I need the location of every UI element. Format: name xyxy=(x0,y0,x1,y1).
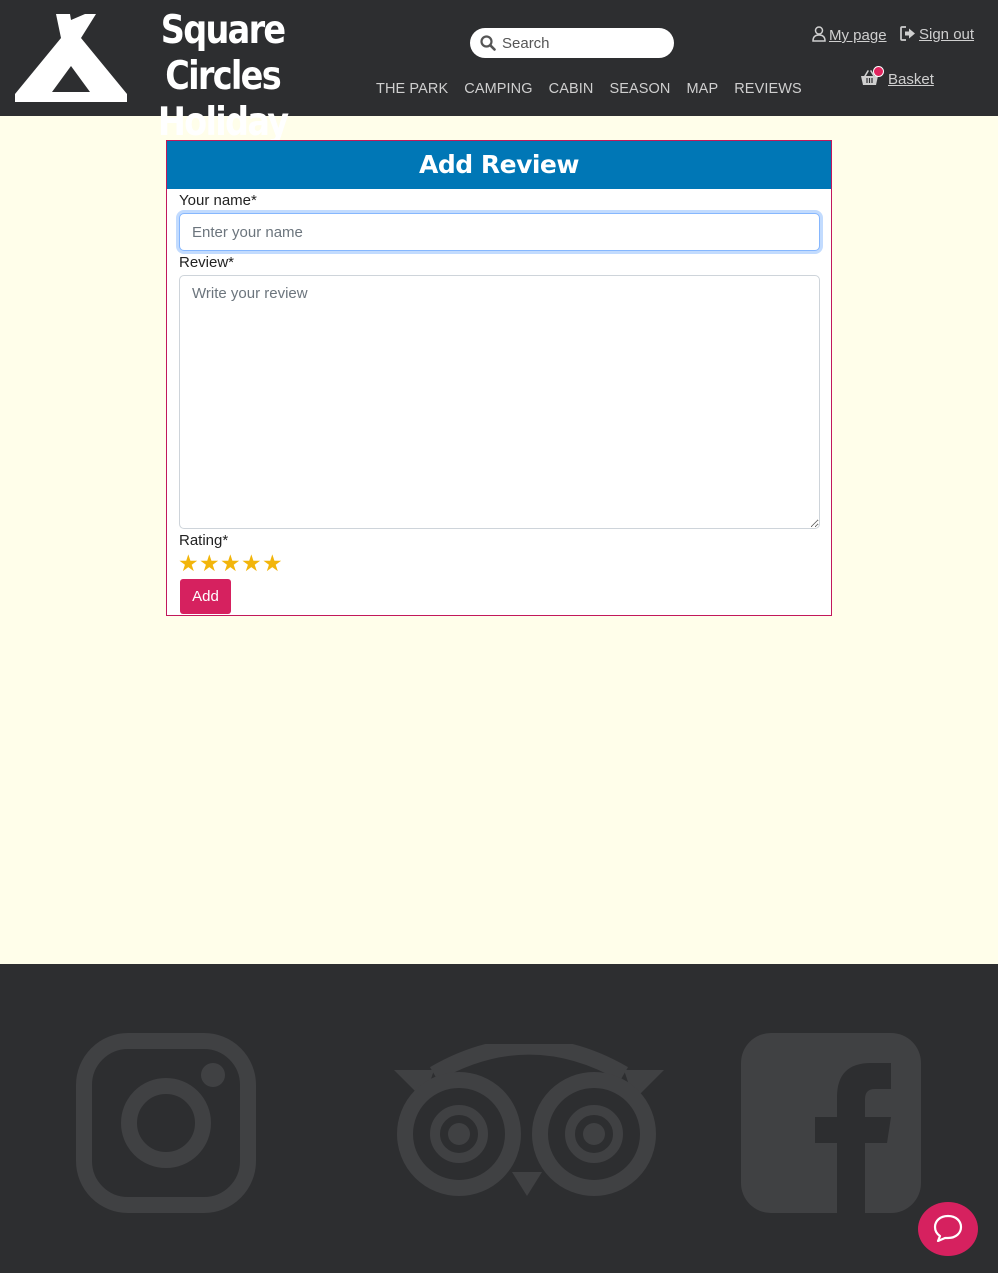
nav-map[interactable]: MAP xyxy=(687,81,719,97)
nav-season[interactable]: SEASON xyxy=(609,81,670,97)
star-3-icon[interactable]: ★ xyxy=(220,552,241,576)
facebook-icon[interactable] xyxy=(741,1033,921,1213)
name-input[interactable] xyxy=(179,213,820,251)
search-box[interactable] xyxy=(470,28,674,58)
site-footer xyxy=(0,964,998,1273)
name-label: Your name* xyxy=(179,192,257,209)
tent-logo-icon[interactable] xyxy=(14,12,128,104)
card-title: Add Review xyxy=(167,141,831,189)
add-button[interactable]: Add xyxy=(180,579,231,614)
instagram-icon[interactable] xyxy=(76,1033,256,1213)
basket-notification-dot xyxy=(873,66,884,77)
nav-cabin[interactable]: CABIN xyxy=(549,81,594,97)
main-nav: THE PARK CAMPING CABIN SEASON MAP REVIEWS xyxy=(376,78,818,98)
brand-line-1: Square Circles xyxy=(160,8,286,99)
star-1-icon[interactable]: ★ xyxy=(178,552,199,576)
chat-bubble-icon xyxy=(933,1214,963,1242)
chat-button[interactable] xyxy=(918,1202,978,1256)
nav-reviews[interactable]: REVIEWS xyxy=(734,81,802,97)
nav-the-park[interactable]: THE PARK xyxy=(376,81,448,97)
my-page-label: My page xyxy=(829,27,887,44)
review-label: Review* xyxy=(179,254,235,271)
add-review-card: Add Review Your name* Review* Rating* ★★… xyxy=(166,140,832,616)
user-icon xyxy=(812,26,826,42)
my-page-link[interactable]: My page xyxy=(812,26,887,44)
sign-out-link[interactable]: Sign out xyxy=(900,26,974,43)
basket-link[interactable]: Basket xyxy=(860,70,934,88)
review-textarea[interactable] xyxy=(179,275,820,529)
nav-camping[interactable]: CAMPING xyxy=(464,81,532,97)
basket-label: Basket xyxy=(888,71,934,88)
search-icon xyxy=(480,35,496,51)
rating-stars: ★★★★★ xyxy=(178,552,283,576)
rating-label: Rating* xyxy=(179,532,229,549)
tripadvisor-icon[interactable] xyxy=(394,1044,664,1199)
sign-out-label: Sign out xyxy=(919,26,975,43)
sign-out-icon xyxy=(900,26,915,41)
star-2-icon[interactable]: ★ xyxy=(199,552,220,576)
star-5-icon[interactable]: ★ xyxy=(262,552,283,576)
star-4-icon[interactable]: ★ xyxy=(241,552,262,576)
site-header: Square Circles Holiday Park THE PARKCAMP… xyxy=(0,0,998,191)
search-input[interactable] xyxy=(502,28,666,58)
